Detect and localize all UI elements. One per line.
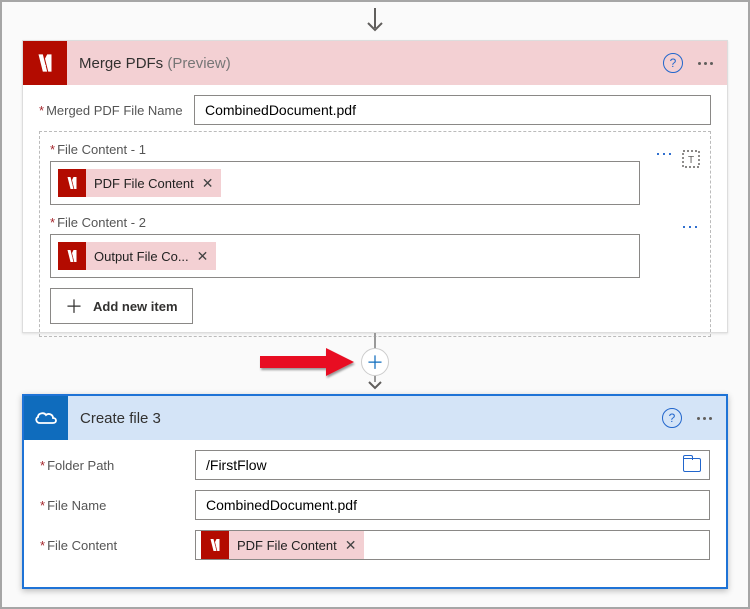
field-file-name: *File Name	[40, 490, 710, 520]
card-title: Create file 3	[80, 410, 662, 427]
onedrive-icon	[24, 396, 68, 440]
file-name-value[interactable]	[204, 496, 701, 514]
token-pdf-file-content[interactable]: PDF File Content ✕	[58, 169, 221, 197]
adobe-icon	[58, 169, 86, 197]
add-new-item-label: Add new item	[93, 299, 178, 314]
file-content-array: *File Content - 1 PDF File Content ✕	[39, 131, 711, 337]
file-content-2-row: *File Content - 2 Output File Co... ✕	[50, 215, 700, 278]
field-label: File Content - 2	[57, 215, 146, 230]
token-pdf-file-content[interactable]: PDF File Content ✕	[201, 531, 364, 559]
token-label: Output File Co...	[94, 249, 189, 264]
action-card-create-file[interactable]: Create file 3 ? *Folder Path *File Name	[22, 394, 728, 589]
folder-path-value[interactable]	[204, 456, 677, 474]
add-new-item-button[interactable]: ＋ Add new item	[50, 288, 193, 324]
file-content-input[interactable]: PDF File Content ✕	[195, 530, 710, 560]
more-menu-icon[interactable]	[693, 53, 717, 73]
field-label: Merged PDF File Name	[46, 103, 183, 118]
token-remove-icon[interactable]: ✕	[202, 175, 214, 192]
flow-canvas: Merge PDFs (Preview) ? *Merged PDF File …	[0, 0, 750, 609]
field-label: File Name	[47, 498, 106, 513]
help-icon[interactable]: ?	[663, 53, 683, 73]
adobe-icon	[201, 531, 229, 559]
plus-icon: ＋	[65, 293, 83, 319]
file-content-2-input[interactable]: Output File Co... ✕	[50, 234, 640, 278]
file-content-1-input[interactable]: PDF File Content ✕	[50, 161, 640, 205]
token-remove-icon[interactable]: ✕	[345, 537, 357, 554]
field-label: File Content - 1	[57, 142, 146, 157]
arrow-down-icon	[366, 376, 384, 394]
adobe-icon	[58, 242, 86, 270]
help-icon[interactable]: ?	[662, 408, 682, 428]
folder-picker-icon[interactable]	[683, 458, 701, 472]
token-remove-icon[interactable]: ✕	[197, 248, 209, 265]
card-body: *Merged PDF File Name *File Content - 1	[23, 85, 727, 347]
card-header[interactable]: Merge PDFs (Preview) ?	[23, 41, 727, 85]
token-label: PDF File Content	[237, 538, 337, 553]
card-body: *Folder Path *File Name *File Content	[24, 440, 726, 580]
card-title: Merge PDFs (Preview)	[79, 55, 663, 72]
svg-text:T: T	[688, 155, 694, 166]
field-label: Folder Path	[47, 458, 114, 473]
card-header[interactable]: Create file 3 ?	[24, 396, 726, 440]
field-menu-icon[interactable]: ⋯	[681, 223, 700, 231]
field-file-content: *File Content PDF File Content ✕	[40, 530, 710, 560]
connector-line	[374, 333, 376, 348]
switch-to-array-icon[interactable]: T	[682, 150, 700, 171]
adobe-icon	[23, 41, 67, 85]
folder-path-input[interactable]	[195, 450, 710, 480]
file-content-1-row: *File Content - 1 PDF File Content ✕	[50, 142, 700, 205]
field-menu-icon[interactable]: ⋯	[655, 150, 674, 171]
file-name-input[interactable]	[195, 490, 710, 520]
field-folder-path: *Folder Path	[40, 450, 710, 480]
field-label: File Content	[47, 538, 117, 553]
token-output-file-content[interactable]: Output File Co... ✕	[58, 242, 216, 270]
action-card-merge-pdfs[interactable]: Merge PDFs (Preview) ? *Merged PDF File …	[22, 40, 728, 333]
merged-pdf-name-input[interactable]	[194, 95, 711, 125]
field-merged-pdf-name: *Merged PDF File Name	[39, 95, 711, 125]
annotation-red-arrow	[258, 344, 358, 383]
token-label: PDF File Content	[94, 176, 194, 191]
insert-step-button[interactable]: ＋	[361, 348, 389, 376]
merged-pdf-name-value[interactable]	[203, 101, 702, 119]
more-menu-icon[interactable]	[692, 408, 716, 428]
arrow-down-icon	[364, 8, 386, 36]
